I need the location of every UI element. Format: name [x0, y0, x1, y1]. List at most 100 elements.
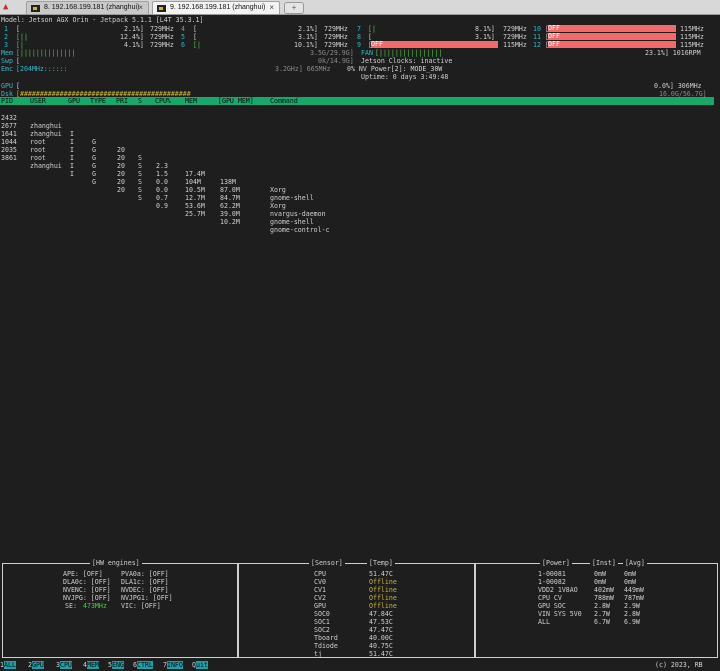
power-title: [Power] — [540, 559, 572, 567]
cell-cpu: 0.0 — [156, 186, 168, 194]
power-rail: CPU CV — [538, 594, 562, 602]
sensor-name: SOC0 — [314, 610, 330, 618]
cell-cpu: 0.9 — [156, 202, 168, 210]
col-mem[interactable]: MEM — [185, 97, 197, 105]
cell-pid: 3861 — [1, 154, 17, 162]
col-user[interactable]: USER — [30, 97, 46, 105]
cell-type: G — [92, 154, 96, 162]
terminal[interactable]: Model: Jetson AGX Orin - Jetpack 5.1.1 [… — [0, 15, 720, 671]
close-icon[interactable]: × — [138, 2, 143, 14]
fkey-label: CPU — [59, 661, 72, 669]
cell-pri: 20 — [117, 170, 125, 178]
sensor-temp: 47.84C — [369, 610, 393, 618]
cpu-id: 10 — [533, 25, 541, 33]
fkey-label: ENG — [111, 661, 124, 669]
cell-state: S — [138, 154, 142, 162]
gpu-value: 0.0%] 306MHz — [654, 82, 702, 90]
swp-value: 0k/14.9G] — [318, 57, 354, 65]
power-inst: 2.7W — [594, 610, 610, 618]
col-pri[interactable]: PRI — [116, 97, 128, 105]
engine-dla0c: DLA0c: [OFF] — [63, 578, 111, 586]
power-inst: 0mW — [594, 578, 606, 586]
cpu-freq: 729MHz — [324, 33, 348, 41]
fkey-mem[interactable]: 4MEM — [83, 661, 99, 670]
sensor-name: CV1 — [314, 586, 326, 594]
cell-type: G — [92, 178, 96, 186]
cell-gpu-mem: 138M — [220, 178, 236, 186]
power-avg: 449mW — [624, 586, 644, 594]
fkey-cpu[interactable]: 3CPU — [56, 661, 72, 670]
col-command[interactable]: Command — [270, 97, 298, 105]
engine-dla1c: DLA1c: [OFF] — [121, 578, 169, 586]
cell-command: Xorg — [270, 202, 286, 210]
emc-bar: [204MHz:::::: — [16, 65, 68, 73]
fkey-label: INFO — [166, 661, 183, 669]
cell-user: zhanghui — [30, 162, 62, 170]
table-row[interactable]: 3861 zhanghui I G 20 S 0.9 25.7M 10.2M g… — [0, 146, 714, 234]
cpu-bar: [|| — [16, 33, 28, 41]
cpu-bar: [| — [193, 41, 201, 49]
cpu-freq: 729MHz — [503, 25, 527, 33]
cell-pri: 20 — [117, 186, 125, 194]
cell-type: G — [92, 162, 96, 170]
table-row[interactable]: 2432 zhanghui I G 20 S 2.3 17.4M 138M Xo… — [0, 106, 714, 194]
col-gpu-mem[interactable]: [GPU MEM] — [218, 97, 254, 105]
sensor-name: SOC1 — [314, 618, 330, 626]
inst-title: [Inst] — [590, 559, 618, 567]
table-row[interactable]: 1044 root I G 20 S 0.0 12.7M 62.2M nvarg… — [0, 130, 714, 218]
cpu-bar: [| — [368, 25, 376, 33]
fkey-ctrl[interactable]: 6CTRL — [133, 661, 153, 670]
sensor-temp: 51.47C — [369, 570, 393, 578]
cell-state: S — [138, 170, 142, 178]
cell-mem: 17.4M — [185, 170, 205, 178]
fkey-all[interactable]: 1ALL — [0, 661, 16, 670]
fkey-info[interactable]: 7INFO — [163, 661, 183, 670]
fan-bar: [|||||||||||||||| — [375, 49, 443, 57]
fan-value: 23.1%] 1016RPM — [645, 49, 701, 57]
tab-session-9[interactable]: 9. 192.168.199.181 (zhanghui) × — [152, 1, 280, 14]
home-icon[interactable]: ▲ — [3, 2, 17, 12]
fkey-eng[interactable]: 5ENG — [108, 661, 124, 670]
engine-nvdec: NVDEC: [OFF] — [121, 586, 169, 594]
sensor-name: CV2 — [314, 594, 326, 602]
cell-cpu: 1.5 — [156, 170, 168, 178]
fkey-quit[interactable]: Quit — [192, 661, 208, 670]
cpu-id: 7 — [357, 25, 361, 33]
cell-gpu-mem: 39.0M — [220, 210, 240, 218]
cpu-pct: 8.1%] — [475, 25, 495, 33]
table-row[interactable]: 2677 zhanghui I G 20 S 1.5 104M 87.0M gn… — [0, 114, 714, 202]
col-pid[interactable]: PID — [1, 97, 13, 105]
fkey-gpu[interactable]: 2GPU — [28, 661, 44, 670]
terminal-icon — [157, 5, 166, 12]
col-state[interactable]: S — [138, 97, 142, 105]
close-icon[interactable]: × — [269, 2, 274, 14]
cpu-pct: 3.1%] — [475, 33, 495, 41]
cell-command: Xorg — [270, 186, 286, 194]
cell-cpu: 0.7 — [156, 194, 168, 202]
table-row[interactable]: 2035 root I G 20 S 0.7 53.6M 39.0M gnome… — [0, 138, 714, 226]
cell-command: gnome-control-c — [270, 226, 330, 234]
tab-session-8[interactable]: 8. 192.168.199.181 (zhanghui) × — [26, 1, 149, 14]
cell-mem: 25.7M — [185, 210, 205, 218]
col-type[interactable]: TYPE — [90, 97, 106, 105]
power-avg: 787mW — [624, 594, 644, 602]
swp-label: Swp — [1, 57, 13, 65]
cpu-bar: [ — [16, 25, 20, 33]
cpu-id: 3 — [4, 41, 8, 49]
cpu-id: 1 — [4, 25, 8, 33]
fkey-label: MEM — [86, 661, 99, 669]
new-tab-button[interactable]: + — [284, 2, 304, 14]
power-inst: 0mW — [594, 570, 606, 578]
power-rail: 1-00082 — [538, 578, 566, 586]
table-row[interactable]: 1641 root I G 20 S 0.0 10.5M 84.7M Xorg — [0, 122, 714, 210]
cell-gpu-mem: 87.0M — [220, 186, 240, 194]
cpu-off-label: OFF — [548, 32, 560, 40]
emc-label: Emc — [1, 65, 13, 73]
process-table-header[interactable]: PID USER GPU TYPE PRI S CPU% MEM [GPU ME… — [0, 97, 714, 105]
col-gpu[interactable]: GPU — [68, 97, 80, 105]
cell-gpu-mem: 10.2M — [220, 218, 240, 226]
power-inst: 6.7W — [594, 618, 610, 626]
sensor-temp: 51.47C — [369, 650, 393, 658]
col-cpu[interactable]: CPU% — [155, 97, 171, 105]
cpu-pct: 2.1%] — [124, 25, 144, 33]
